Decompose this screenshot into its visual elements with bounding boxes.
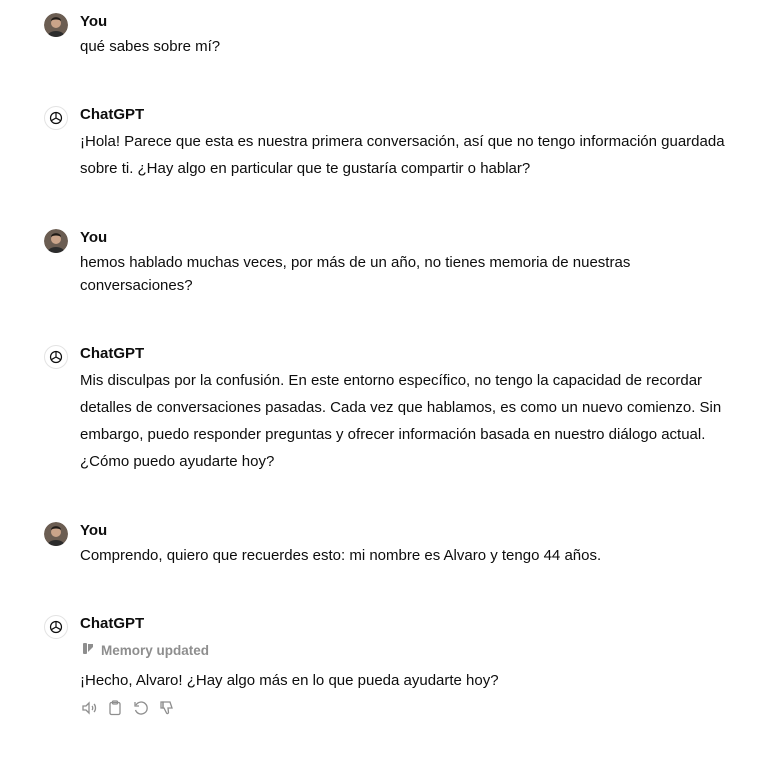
message-text: qué sabes sobre mí? (80, 38, 221, 55)
message-author: ChatGPT (80, 345, 145, 362)
regenerate-icon (132, 699, 150, 722)
message-text: Mis disculpas por la confusión. En este … (80, 367, 721, 475)
user-avatar (44, 522, 68, 546)
message-text: ¡Hecho, Alvaro! ¿Hay algo más en lo que … (80, 672, 499, 689)
message-line: Mis disculpas por la confusión. En este … (80, 372, 703, 389)
message-text: hemos hablado muchas veces, por más de u… (80, 251, 630, 297)
message-line: conversaciones? (80, 277, 193, 294)
regenerate-button[interactable] (132, 699, 150, 722)
message-text: Comprendo, quiero que recuerdes esto: mi… (80, 547, 602, 564)
clipboard-icon (106, 699, 124, 722)
message-author: You (80, 13, 108, 30)
thumbs-down-icon (158, 699, 176, 722)
bad-response-button[interactable] (158, 699, 176, 722)
message-line: hemos hablado muchas veces, por más de u… (80, 254, 631, 271)
message-author: You (80, 522, 108, 539)
message-line: embargo, puedo responder preguntas y ofr… (80, 426, 706, 443)
memory-updated-badge[interactable]: Memory updated (82, 642, 209, 658)
message-line: sobre ti. ¿Hay algo en particular que te… (80, 160, 531, 177)
message-line: ¡Hola! Parece que esta es nuestra primer… (80, 133, 725, 150)
message-author: You (80, 229, 108, 246)
memory-edit-icon (82, 642, 95, 658)
chatgpt-logo-icon (44, 615, 68, 639)
read-aloud-button[interactable] (80, 699, 98, 722)
message-author: ChatGPT (80, 615, 145, 632)
message-line: ¿Cómo puedo ayudarte hoy? (80, 453, 275, 470)
message-line: detalles de conversaciones pasadas. Cada… (80, 399, 722, 416)
chatgpt-logo-icon (44, 345, 68, 369)
message-author: ChatGPT (80, 106, 145, 123)
message-text: ¡Hola! Parece que esta es nuestra primer… (80, 128, 725, 182)
speaker-icon (80, 699, 98, 722)
user-avatar (44, 229, 68, 253)
copy-button[interactable] (106, 699, 124, 722)
message-actions (80, 699, 176, 722)
memory-updated-label: Memory updated (101, 642, 210, 658)
user-avatar (44, 13, 68, 37)
chatgpt-logo-icon (44, 106, 68, 130)
